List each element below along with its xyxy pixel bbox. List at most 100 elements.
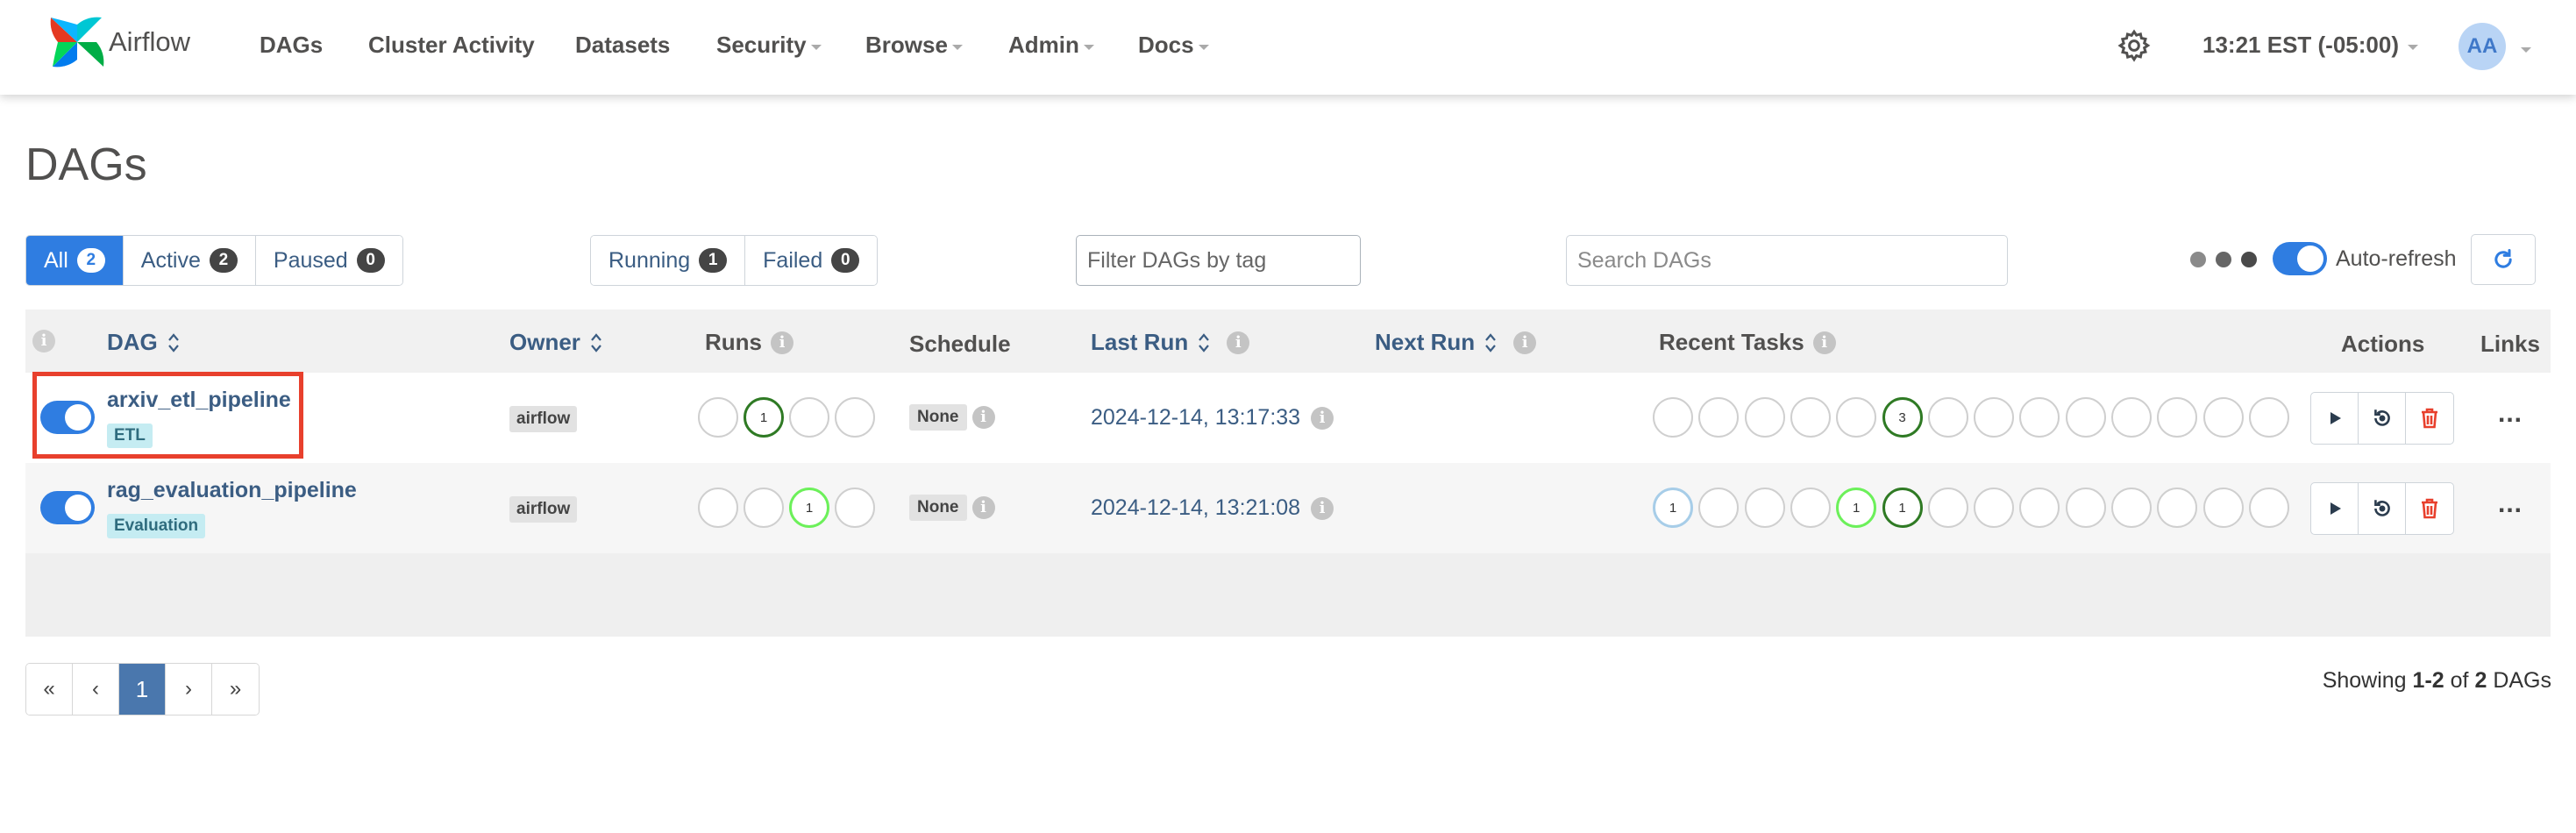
task-state-circle[interactable]	[2111, 397, 2152, 438]
nav-datasets[interactable]: Datasets	[575, 32, 670, 59]
next-page-button[interactable]: ›	[166, 664, 212, 715]
trash-icon	[2422, 498, 2437, 519]
task-state-circle[interactable]	[2065, 488, 2106, 528]
nav-admin[interactable]: Admin	[1008, 32, 1094, 59]
chevron-down-icon[interactable]	[2521, 47, 2531, 53]
airflow-brand[interactable]: Airflow	[47, 12, 190, 72]
play-icon	[2330, 502, 2341, 515]
trigger-dag-button[interactable]	[2311, 483, 2359, 534]
task-state-circle[interactable]	[2019, 488, 2060, 528]
nav-docs[interactable]: Docs	[1138, 32, 1209, 59]
dag-tag[interactable]: Evaluation	[107, 514, 206, 538]
filter-active-button[interactable]: Active 2	[123, 236, 256, 285]
nav-dags-label: DAGs	[260, 32, 324, 58]
nav-dags[interactable]: DAGs	[260, 32, 323, 59]
run-state-circle[interactable]	[744, 488, 784, 528]
links-menu[interactable]: ...	[2498, 489, 2523, 519]
task-state-circle[interactable]	[1744, 397, 1785, 438]
header-runs-label: Runs	[705, 329, 762, 355]
task-state-circle[interactable]	[1927, 488, 1968, 528]
task-state-circle[interactable]: 1	[1653, 488, 1693, 528]
task-state-circle[interactable]	[1974, 488, 2015, 528]
run-state-circle[interactable]	[789, 397, 829, 438]
filter-all-count: 2	[76, 248, 105, 273]
task-state-circle[interactable]	[1698, 397, 1740, 438]
task-state-circle[interactable]	[2202, 488, 2244, 528]
search-input[interactable]: Search DAGs	[1566, 235, 2008, 286]
task-state-circle[interactable]	[2157, 488, 2198, 528]
first-page-button[interactable]: «	[26, 664, 73, 715]
links-menu[interactable]: ...	[2498, 399, 2523, 429]
run-state-circle[interactable]	[835, 397, 875, 438]
task-state-circle[interactable]	[2019, 397, 2060, 438]
task-state-circle[interactable]	[1836, 397, 1877, 438]
task-state-circle[interactable]	[2065, 397, 2106, 438]
auto-refresh-toggle[interactable]	[2273, 242, 2327, 275]
task-state-circle[interactable]	[1790, 397, 1831, 438]
task-state-circle[interactable]	[1927, 397, 1968, 438]
info-icon[interactable]: i	[771, 331, 793, 354]
info-icon[interactable]: i	[1311, 406, 1334, 430]
auto-refresh: Auto-refresh	[2273, 242, 2457, 275]
nav-browse-label: Browse	[865, 32, 948, 58]
header-next-run[interactable]: Next Run i	[1375, 329, 1537, 356]
nav-security[interactable]: Security	[716, 32, 822, 59]
filter-all-button[interactable]: All 2	[26, 236, 124, 285]
last-run-link[interactable]: 2024-12-14, 13:17:33 i	[1091, 405, 1334, 431]
owner-badge[interactable]: airflow	[509, 406, 578, 432]
nav-cluster-activity[interactable]: Cluster Activity	[368, 32, 535, 59]
run-state-circle[interactable]	[835, 488, 875, 528]
gear-icon[interactable]	[2117, 28, 2152, 63]
run-state-circle[interactable]	[698, 488, 738, 528]
last-run-link[interactable]: 2024-12-14, 13:21:08 i	[1091, 495, 1334, 521]
info-icon[interactable]: i	[1227, 331, 1250, 354]
info-icon[interactable]: i	[971, 496, 995, 519]
task-state-circle[interactable]	[2248, 488, 2289, 528]
run-state-circle[interactable]: 1	[744, 397, 784, 438]
tag-filter-input[interactable]: Filter DAGs by tag	[1076, 235, 1361, 286]
header-last-run[interactable]: Last Run i	[1091, 329, 1250, 356]
filter-failed-button[interactable]: Failed 0	[745, 236, 878, 285]
task-state-circle[interactable]	[1790, 488, 1831, 528]
dag-id-link[interactable]: rag_evaluation_pipeline	[107, 478, 357, 503]
trigger-dag-button[interactable]	[2311, 393, 2359, 444]
delete-dag-button[interactable]	[2406, 393, 2453, 444]
info-icon[interactable]: i	[971, 406, 995, 429]
task-state-circle[interactable]	[1653, 397, 1693, 438]
header-dag[interactable]: DAG	[107, 329, 181, 356]
avatar[interactable]: AA	[2459, 23, 2506, 70]
filter-running-button[interactable]: Running 1	[591, 236, 746, 285]
task-state-circle[interactable]	[1974, 397, 2015, 438]
run-state-circle[interactable]	[698, 397, 738, 438]
header-recent-tasks: Recent Tasks i	[1659, 329, 1836, 356]
task-state-circle[interactable]	[2111, 488, 2152, 528]
task-state-circle[interactable]: 1	[1882, 488, 1923, 528]
dag-pause-toggle[interactable]	[40, 491, 95, 524]
clear-dag-button[interactable]	[2359, 483, 2406, 534]
last-page-button[interactable]: »	[212, 664, 259, 715]
prev-page-button[interactable]: ‹	[73, 664, 119, 715]
task-state-circle[interactable]: 3	[1882, 397, 1923, 438]
task-state-circle[interactable]	[2248, 397, 2289, 438]
task-state-circle[interactable]	[1698, 488, 1740, 528]
refresh-button[interactable]	[2471, 234, 2536, 285]
filter-paused-button[interactable]: Paused 0	[255, 236, 402, 285]
run-state-circle[interactable]: 1	[789, 488, 829, 528]
delete-dag-button[interactable]	[2406, 483, 2453, 534]
nav-browse[interactable]: Browse	[865, 32, 963, 59]
owner-badge[interactable]: airflow	[509, 496, 578, 523]
task-state-circle[interactable]	[1744, 488, 1785, 528]
info-icon[interactable]: i	[1311, 496, 1334, 520]
info-icon[interactable]: i	[1812, 331, 1836, 354]
current-page-button[interactable]: 1	[119, 664, 166, 715]
info-icon[interactable]: i	[1513, 331, 1537, 354]
task-state-circle[interactable]	[2157, 397, 2198, 438]
clear-dag-button[interactable]	[2359, 393, 2406, 444]
chevron-down-icon	[810, 44, 822, 50]
header-owner[interactable]: Owner	[509, 329, 603, 356]
info-icon[interactable]: i	[32, 330, 55, 352]
task-state-circle[interactable]	[2202, 397, 2244, 438]
timezone-selector[interactable]: 13:21 EST (-05:00)	[2202, 32, 2418, 59]
loading-indicator	[2190, 252, 2257, 267]
task-state-circle[interactable]: 1	[1836, 488, 1877, 528]
